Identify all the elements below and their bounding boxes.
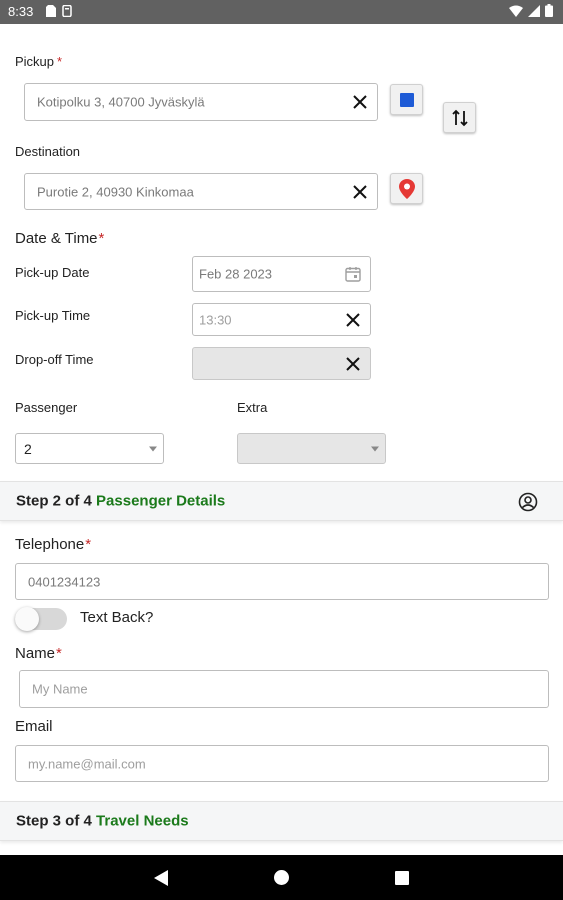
- home-icon[interactable]: [274, 870, 289, 885]
- system-nav-bar: [0, 855, 563, 900]
- name-input-placeholder: My Name: [32, 681, 88, 697]
- email-input[interactable]: my.name@mail.com: [15, 745, 549, 782]
- user-circle-icon: [518, 492, 538, 512]
- pickup-label: Pickup *: [15, 54, 62, 69]
- required-mark: *: [57, 54, 63, 69]
- storage-icon: [62, 5, 72, 17]
- map-select-button[interactable]: [390, 84, 423, 115]
- step2-name: Passenger Details: [96, 492, 226, 510]
- telephone-label-text: Telephone: [15, 536, 85, 553]
- name-input[interactable]: My Name: [19, 670, 549, 708]
- step3-title: Step 3 of 4 Travel Needs: [16, 813, 189, 830]
- step2-prefix: Step 2 of 4: [16, 492, 92, 510]
- destination-location-button[interactable]: [390, 173, 423, 204]
- swap-locations-button[interactable]: [443, 102, 476, 133]
- pickup-time-label: Pick-up Time: [15, 308, 91, 323]
- passenger-select[interactable]: 2: [15, 433, 164, 464]
- status-time: 8:33: [8, 4, 34, 19]
- clear-pickup-time-icon[interactable]: [344, 311, 362, 329]
- text-back-label: Text Back?: [80, 609, 154, 626]
- destination-input-value: Purotie 2, 40930 Kinkomaa: [37, 184, 194, 199]
- datetime-heading: Date & Time*: [15, 230, 104, 247]
- step2-section-header[interactable]: Step 2 of 4 Passenger Details: [0, 481, 563, 521]
- datetime-heading-text: Date & Time: [15, 230, 98, 247]
- clear-pickup-icon[interactable]: [351, 93, 369, 111]
- telephone-label: Telephone*: [15, 536, 91, 553]
- clear-destination-icon[interactable]: [351, 183, 369, 201]
- sim-card-icon: [46, 5, 56, 17]
- toggle-knob: [15, 607, 39, 631]
- pickup-date-value: Feb 28 2023: [199, 266, 273, 282]
- pickup-label-text: Pickup: [15, 54, 55, 69]
- extra-label: Extra: [237, 400, 268, 415]
- name-label-text: Name: [15, 645, 56, 662]
- chevron-down-icon: [371, 446, 379, 451]
- extra-select[interactable]: [237, 433, 386, 464]
- telephone-input[interactable]: 0401234123: [15, 563, 549, 600]
- step3-prefix: Step 3 of 4: [16, 812, 92, 830]
- step3-section-header[interactable]: Step 3 of 4 Travel Needs: [0, 801, 563, 841]
- dropoff-time-input[interactable]: [192, 347, 371, 380]
- wifi-icon: [509, 5, 523, 17]
- pickup-input[interactable]: Kotipolku 3, 40700 Jyväskylä: [24, 83, 378, 121]
- text-back-toggle[interactable]: [15, 607, 67, 631]
- swap-arrows-icon: [451, 109, 468, 126]
- email-input-placeholder: my.name@mail.com: [28, 756, 146, 771]
- pickup-date-input[interactable]: Feb 28 2023: [192, 256, 371, 292]
- passenger-label: Passenger: [15, 400, 78, 415]
- location-pin-icon: [398, 178, 415, 199]
- back-icon[interactable]: [154, 870, 168, 886]
- calendar-icon[interactable]: [344, 265, 362, 283]
- dropoff-time-label: Drop-off Time: [15, 352, 94, 367]
- destination-input[interactable]: Purotie 2, 40930 Kinkomaa: [24, 173, 378, 210]
- email-label: Email: [15, 718, 53, 735]
- map-square-icon: [399, 92, 414, 107]
- telephone-input-value: 0401234123: [28, 574, 101, 589]
- status-bar: 8:33: [0, 0, 563, 24]
- chevron-down-icon: [149, 446, 157, 451]
- recents-icon[interactable]: [395, 871, 409, 885]
- pickup-time-input[interactable]: 13:30: [192, 303, 371, 336]
- pickup-date-label: Pick-up Date: [15, 265, 90, 280]
- battery-icon: [545, 4, 553, 17]
- pickup-input-value: Kotipolku 3, 40700 Jyväskylä: [37, 94, 205, 110]
- passenger-select-value: 2: [24, 440, 32, 457]
- step2-title: Step 2 of 4 Passenger Details: [16, 493, 225, 510]
- pickup-time-placeholder: 13:30: [199, 312, 232, 327]
- name-label: Name*: [15, 645, 62, 662]
- required-mark: *: [85, 536, 92, 553]
- destination-label: Destination: [15, 144, 81, 159]
- signal-icon: [528, 4, 540, 17]
- step3-name: Travel Needs: [96, 812, 189, 830]
- clear-dropoff-time-icon[interactable]: [344, 355, 362, 373]
- required-mark: *: [98, 230, 105, 247]
- required-mark: *: [56, 645, 62, 662]
